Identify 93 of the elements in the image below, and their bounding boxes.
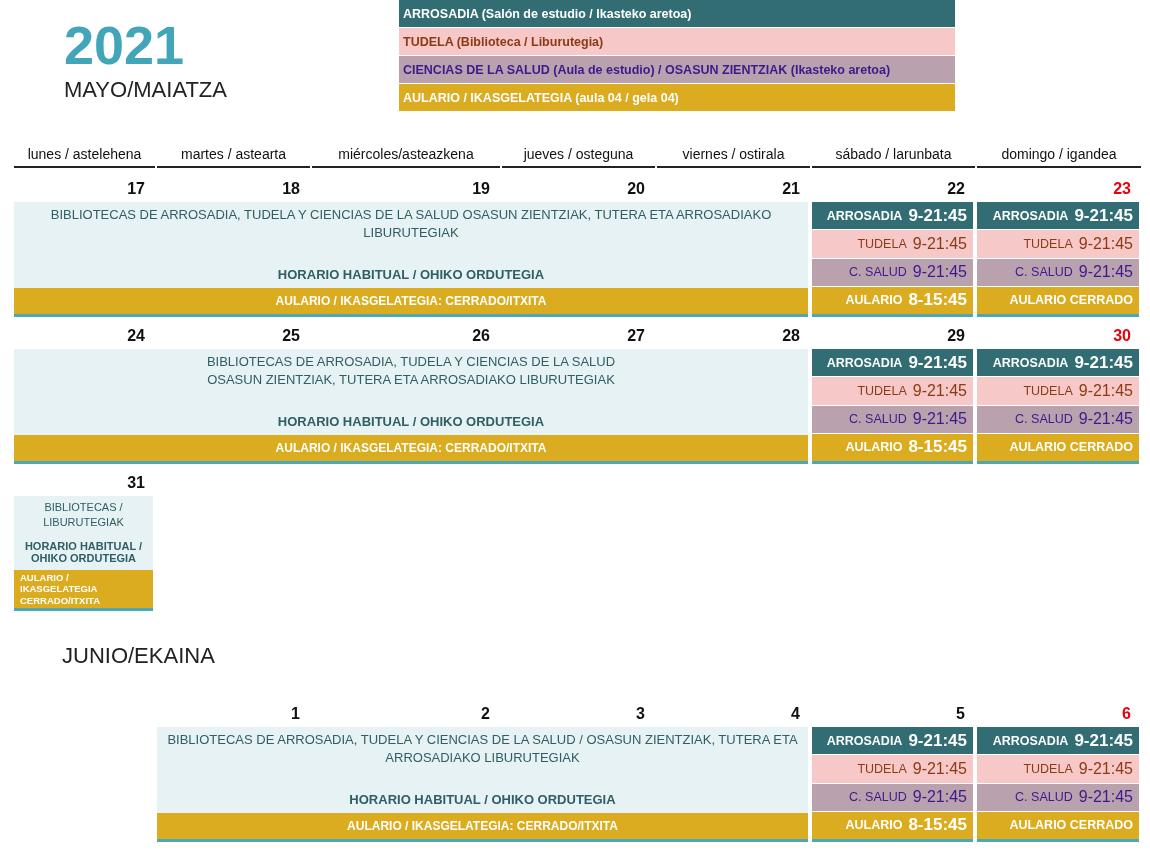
library-name: AULARIO CERRADO <box>1009 818 1133 833</box>
hours-text: HORARIO HABITUAL / OHIKO ORDUTEGIA <box>23 539 144 564</box>
year-title: 2021 <box>64 14 185 76</box>
library-name: AULARIO CERRADO <box>1009 293 1133 308</box>
libraries-text: BIBLIOTECAS / LIBURUTEGIAK <box>42 500 125 531</box>
library-name: C. SALUD <box>849 412 907 427</box>
hours-text: HORARIO HABITUAL / OHIKO ORDUTEGIA <box>277 413 545 429</box>
hours-text: 9-21:45 <box>1074 730 1133 751</box>
libraries-text: BIBLIOTECAS DE ARROSADIA, TUDELA Y CIENCIAS DE LA SALUD OSASUN ZIENTZIAK, TUTERA ETA ARROSADIAKO LIBURUTEGIAK <box>49 206 773 243</box>
hours-text: 9-21:45 <box>912 788 967 807</box>
libraries-text: BIBLIOTECAS DE ARROSADIA, TUDELA Y CIENCIAS DE LA SALUD / OSASUN ZIENTZIAK, TUTERA ETA ARROSADIAKO LIBURUTEGIAK <box>166 731 799 768</box>
legend-item: AULARIO / IKASGELATEGIA (aula 04 / gela 04) <box>399 84 955 111</box>
day-number: 18 <box>281 179 301 199</box>
hours-text: 9-21:45 <box>1078 788 1133 807</box>
hours-text: HORARIO HABITUAL / OHIKO ORDUTEGIA <box>349 791 616 807</box>
day-number: 6 <box>1121 704 1132 724</box>
hours-text: 8-15:45 <box>908 437 967 458</box>
weekday-header: jueves / osteguna <box>502 146 655 168</box>
weekday-header: viernes / ostirala <box>657 146 810 168</box>
hours-text: HORARIO HABITUAL / OHIKO ORDUTEGIA <box>277 266 545 282</box>
library-name: C. SALUD <box>849 790 907 805</box>
libraries-text: OSASUN ZIENTZIAK, TUTERA ETA ARROSADIAKO LIBURUTEGIAK <box>206 371 616 390</box>
month-title: MAYO/MAIATZA <box>64 76 227 104</box>
hours-text: 8-15:45 <box>908 290 967 311</box>
hours-text: 8-15:45 <box>908 815 967 836</box>
day-number: 31 <box>126 473 146 493</box>
day-number: 19 <box>471 179 491 199</box>
hours-text: 9-21:45 <box>1074 352 1133 373</box>
library-name: TUDELA <box>1023 236 1073 251</box>
legend-item: TUDELA (Biblioteca / Liburutegia) <box>399 28 955 55</box>
day-number: 26 <box>471 326 491 346</box>
library-name: TUDELA <box>857 383 907 398</box>
hours-text: 9-21:45 <box>1078 410 1133 429</box>
day-number: 20 <box>626 179 646 199</box>
day-number: 21 <box>781 179 801 199</box>
library-name: ARROSADIA <box>826 355 903 370</box>
day-number: 24 <box>126 326 146 346</box>
day-number: 23 <box>1112 179 1132 199</box>
day-number: 27 <box>626 326 646 346</box>
day-number: 30 <box>1112 326 1132 346</box>
aulario-closed-bar: AULARIO / IKASGELATEGIA: CERRADO/ITXITA <box>157 812 808 839</box>
library-name: ARROSADIA <box>992 355 1069 370</box>
aulario-closed-bar: AULARIO / IKASGELATEGIA: CERRADO/ITXITA <box>14 434 808 461</box>
aulario-closed-bar: AULARIO / IKASGELATEGIA: CERRADO/ITXITA <box>14 287 808 314</box>
day-number: 2 <box>480 704 491 724</box>
hours-text: 9-21:45 <box>1078 381 1133 400</box>
legend-item: CIENCIAS DE LA SALUD (Aula de estudio) / OSASUN ZIENTZIAK (Ikasteko aretoa) <box>399 56 955 83</box>
day-number: 5 <box>955 704 966 724</box>
library-name: C. SALUD <box>1015 265 1073 280</box>
library-name: ARROSADIA <box>826 208 903 223</box>
hours-text: 9-21:45 <box>908 205 967 226</box>
hours-text: 9-21:45 <box>1078 234 1133 253</box>
hours-text: 9-21:45 <box>908 730 967 751</box>
day-number: 1 <box>290 704 301 724</box>
day-number: 3 <box>635 704 646 724</box>
weekday-header: lunes / astelehena <box>14 146 155 168</box>
hours-text: 9-21:45 <box>912 234 967 253</box>
day-number: 4 <box>790 704 801 724</box>
weekday-header: sábado / larunbata <box>812 146 975 168</box>
weekday-header: domingo / igandea <box>977 146 1141 168</box>
hours-text: 9-21:45 <box>912 263 967 282</box>
library-name: TUDELA <box>1023 383 1073 398</box>
library-name: ARROSADIA <box>992 733 1069 748</box>
library-name: TUDELA <box>1023 761 1073 776</box>
hours-text: 9-21:45 <box>1078 759 1133 778</box>
day-number: 17 <box>126 179 146 199</box>
libraries-text: BIBLIOTECAS DE ARROSADIA, TUDELA Y CIENCIAS DE LA SALUD <box>206 353 616 371</box>
library-name: TUDELA <box>857 761 907 776</box>
hours-text: 9-21:45 <box>912 410 967 429</box>
hours-text: 9-21:45 <box>1074 205 1133 226</box>
aulario-closed-bar: AULARIO / IKASGELATEGIA CERRADO/ITXITA <box>14 569 153 608</box>
library-name: AULARIO <box>845 818 903 833</box>
hours-text: 9-21:45 <box>912 759 967 778</box>
library-name: AULARIO CERRADO <box>1009 440 1133 455</box>
day-number: 22 <box>946 179 966 199</box>
day-number: 29 <box>946 326 966 346</box>
day-number: 25 <box>281 326 301 346</box>
hours-text: 9-21:45 <box>912 381 967 400</box>
day-number: 28 <box>781 326 801 346</box>
library-name: AULARIO <box>845 293 903 308</box>
weekday-header: miércoles/asteazkena <box>312 146 500 168</box>
legend-item: ARROSADIA (Salón de estudio / Ikasteko aretoa) <box>399 0 955 27</box>
library-name: C. SALUD <box>849 265 907 280</box>
hours-text: 9-21:45 <box>1078 263 1133 282</box>
hours-text: 9-21:45 <box>908 352 967 373</box>
library-name: ARROSADIA <box>826 733 903 748</box>
library-name: TUDELA <box>857 236 907 251</box>
library-name: ARROSADIA <box>992 208 1069 223</box>
library-name: C. SALUD <box>1015 412 1073 427</box>
library-name: AULARIO <box>845 440 903 455</box>
library-name: C. SALUD <box>1015 790 1073 805</box>
weekday-header: martes / astearta <box>157 146 310 168</box>
month-title: JUNIO/EKAINA <box>62 643 215 669</box>
